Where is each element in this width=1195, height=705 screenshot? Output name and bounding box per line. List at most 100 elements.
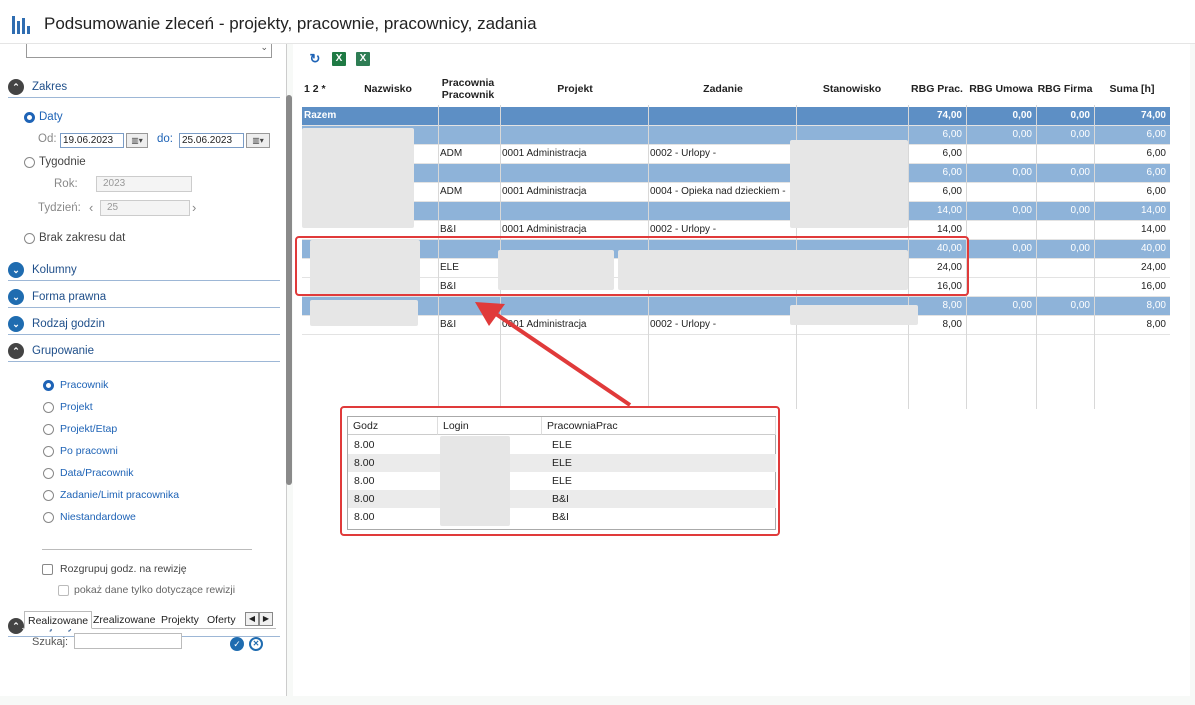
- next-week-icon[interactable]: ›: [192, 200, 196, 215]
- section-rodzaj-label[interactable]: Rodzaj godzin: [32, 318, 105, 330]
- tab-realizowane[interactable]: Realizowane: [24, 611, 93, 629]
- radio-group-zadanie-limit[interactable]: [43, 490, 54, 501]
- section-kolumny-label[interactable]: Kolumny: [32, 264, 77, 276]
- left-panel-scrollbar[interactable]: [286, 95, 292, 485]
- chevron-up-icon[interactable]: ⌃: [8, 79, 24, 95]
- group-row[interactable]: 6,00 0,00 0,00 6,00: [302, 126, 1170, 145]
- section-grupowanie-label[interactable]: Grupowanie: [32, 345, 94, 357]
- total-rbg-prac: 74,00: [936, 110, 962, 121]
- group-row[interactable]: 8,00 0,00 0,00 8,00: [302, 297, 1170, 316]
- cell-zadanie: 0004 - Opieka nad dzieckiem -: [650, 186, 786, 197]
- filter-panel: ⌄ ⌃ Zakres Daty Od: 19.06.2023 ▥▾ do: 25…: [0, 44, 287, 696]
- col-header-projekt[interactable]: Projekt: [500, 72, 650, 105]
- radio-daty-label[interactable]: Daty: [39, 111, 63, 123]
- col-header-rbg-umowa[interactable]: RBG Umowa: [966, 72, 1036, 105]
- date-to-calendar-icon[interactable]: ▥▾: [246, 133, 270, 148]
- rozgrupuj-label[interactable]: Rozgrupuj godz. na rewizję: [60, 563, 187, 575]
- date-from-input[interactable]: 19.06.2023: [60, 133, 124, 148]
- date-from-calendar-icon[interactable]: ▥▾: [126, 133, 148, 148]
- group-option-label[interactable]: Data/Pracownik: [60, 467, 134, 479]
- search-input[interactable]: [74, 633, 182, 649]
- detail-row[interactable]: ADM 0001 Administracja 0002 - Urlopy - 6,00…: [302, 145, 1170, 164]
- pokaz-label[interactable]: pokaż dane tylko dotyczące rewizji: [74, 584, 235, 596]
- chevron-up-icon[interactable]: ⌃: [8, 343, 24, 359]
- chevron-down-icon[interactable]: ⌄: [8, 316, 24, 332]
- prev-week-icon[interactable]: ‹: [89, 200, 93, 215]
- cell-rbg-prac: 6,00: [942, 167, 962, 178]
- group-option-label[interactable]: Projekt/Etap: [60, 423, 117, 435]
- radio-brak[interactable]: [24, 233, 35, 244]
- radio-daty[interactable]: [24, 112, 35, 123]
- section-rodzaj[interactable]: ⌄ Rodzaj godzin: [8, 315, 280, 335]
- popup-row[interactable]: 8.00 ELE: [348, 454, 776, 472]
- col-header-pracownia[interactable]: Pracownia Pracownik: [438, 72, 498, 105]
- excel-export-icon[interactable]: X: [332, 52, 346, 66]
- popup-header-prac[interactable]: PracowniaPrac: [542, 417, 776, 435]
- section-grupowanie[interactable]: ⌃ Grupowanie: [8, 342, 280, 362]
- group-option-label[interactable]: Niestandardowe: [60, 511, 136, 523]
- detail-row[interactable]: B&I 0001 Administracja 0002 - Urlopy -8,00…: [302, 316, 1170, 335]
- do-label: do:: [157, 133, 173, 145]
- section-forma-label[interactable]: Forma prawna: [32, 291, 106, 303]
- col-header-zadanie[interactable]: Zadanie: [648, 72, 798, 105]
- col-header-nazwisko[interactable]: Nazwisko: [342, 72, 434, 105]
- col-header-suma[interactable]: Suma [h]: [1094, 72, 1170, 105]
- section-zakres-label[interactable]: Zakres: [32, 81, 67, 93]
- section-zakres[interactable]: ⌃ Zakres: [8, 78, 280, 98]
- tab-oferty[interactable]: Oferty: [204, 611, 239, 629]
- radio-group-projekt-etap[interactable]: [43, 424, 54, 435]
- col-header-stanowisko[interactable]: Stanowisko: [796, 72, 908, 105]
- radio-group-projekt[interactable]: [43, 402, 54, 413]
- radio-group-niestandardowe[interactable]: [43, 512, 54, 523]
- section-forma[interactable]: ⌄ Forma prawna: [8, 288, 280, 308]
- date-to-input[interactable]: 25.06.2023: [179, 133, 244, 148]
- radio-group-po-pracowni[interactable]: [43, 446, 54, 457]
- cell-zadanie: 0002 - Urlopy -: [650, 319, 717, 330]
- col-header-rbg-prac[interactable]: RBG Prac.: [908, 72, 966, 105]
- pokaz-checkbox[interactable]: [58, 585, 69, 596]
- cell-projekt: 0001 Administracja: [502, 148, 587, 159]
- rok-select[interactable]: 2023: [96, 176, 192, 192]
- chevron-down-icon[interactable]: ⌄: [8, 289, 24, 305]
- popup-header-login[interactable]: Login: [438, 417, 542, 435]
- popup-row[interactable]: 8.00 ELE: [348, 472, 776, 490]
- col-header-rbg-firma[interactable]: RBG Firma: [1036, 72, 1094, 105]
- tydzien-select[interactable]: 25: [100, 200, 190, 216]
- grid-levels-header[interactable]: 1 2 *: [302, 72, 334, 105]
- search-label: Szukaj:: [32, 636, 69, 648]
- tab-zrealizowane[interactable]: Zrealizowane: [90, 611, 158, 629]
- group-option-label[interactable]: Zadanie/Limit pracownika: [60, 489, 179, 501]
- popup-header-godz[interactable]: Godz: [348, 417, 438, 435]
- radio-tygodnie-label[interactable]: Tygodnie: [39, 156, 86, 168]
- group-row[interactable]: ra6,000,000,006,00: [302, 164, 1170, 183]
- radio-brak-label[interactable]: Brak zakresu dat: [39, 232, 125, 244]
- popup-row[interactable]: 8.00 ELE: [348, 436, 776, 454]
- check-icon[interactable]: ✓: [230, 637, 244, 651]
- tab-prev-icon[interactable]: ◀: [245, 612, 259, 626]
- chevron-down-icon[interactable]: ⌄: [8, 262, 24, 278]
- popup-row[interactable]: 8.00 B&I: [348, 508, 776, 526]
- radio-group-data-pracownik[interactable]: [43, 468, 54, 479]
- excel-export-all-icon[interactable]: X: [356, 52, 370, 66]
- popup-cell-godz: 8.00: [354, 475, 375, 487]
- cell-suma: 16,00: [1140, 281, 1166, 292]
- group-option-label[interactable]: Po pracowni: [60, 445, 118, 457]
- group-row[interactable]: 14,00 0,00 0,00 14,00: [302, 202, 1170, 221]
- popup-row[interactable]: 8.00 B&I: [348, 490, 776, 508]
- tab-projekty[interactable]: Projekty: [158, 611, 202, 629]
- total-row[interactable]: Razem 74,00 0,00 0,00 74,00: [302, 107, 1170, 126]
- top-combobox[interactable]: ⌄: [26, 44, 272, 58]
- detail-popup-table: Godz Login PracowniaPrac 8.00 ELE 8.00 ELE 8…: [347, 416, 776, 530]
- rozgrupuj-checkbox[interactable]: [42, 564, 53, 575]
- group-option-label[interactable]: Projekt: [60, 401, 93, 413]
- radio-group-pracownik[interactable]: [43, 380, 54, 391]
- tab-next-icon[interactable]: ▶: [259, 612, 273, 626]
- detail-row[interactable]: aADM0001 Administracja0004 - Opieka nad …: [302, 183, 1170, 202]
- group-option-label[interactable]: Pracownik: [60, 379, 108, 391]
- refresh-icon[interactable]: ↻: [308, 52, 322, 66]
- section-kolumny[interactable]: ⌄ Kolumny: [8, 261, 280, 281]
- cell-zadanie: [650, 164, 796, 182]
- cell-rbg-umowa: [966, 259, 1036, 277]
- radio-tygodnie[interactable]: [24, 157, 35, 168]
- clear-icon[interactable]: ✕: [249, 637, 263, 651]
